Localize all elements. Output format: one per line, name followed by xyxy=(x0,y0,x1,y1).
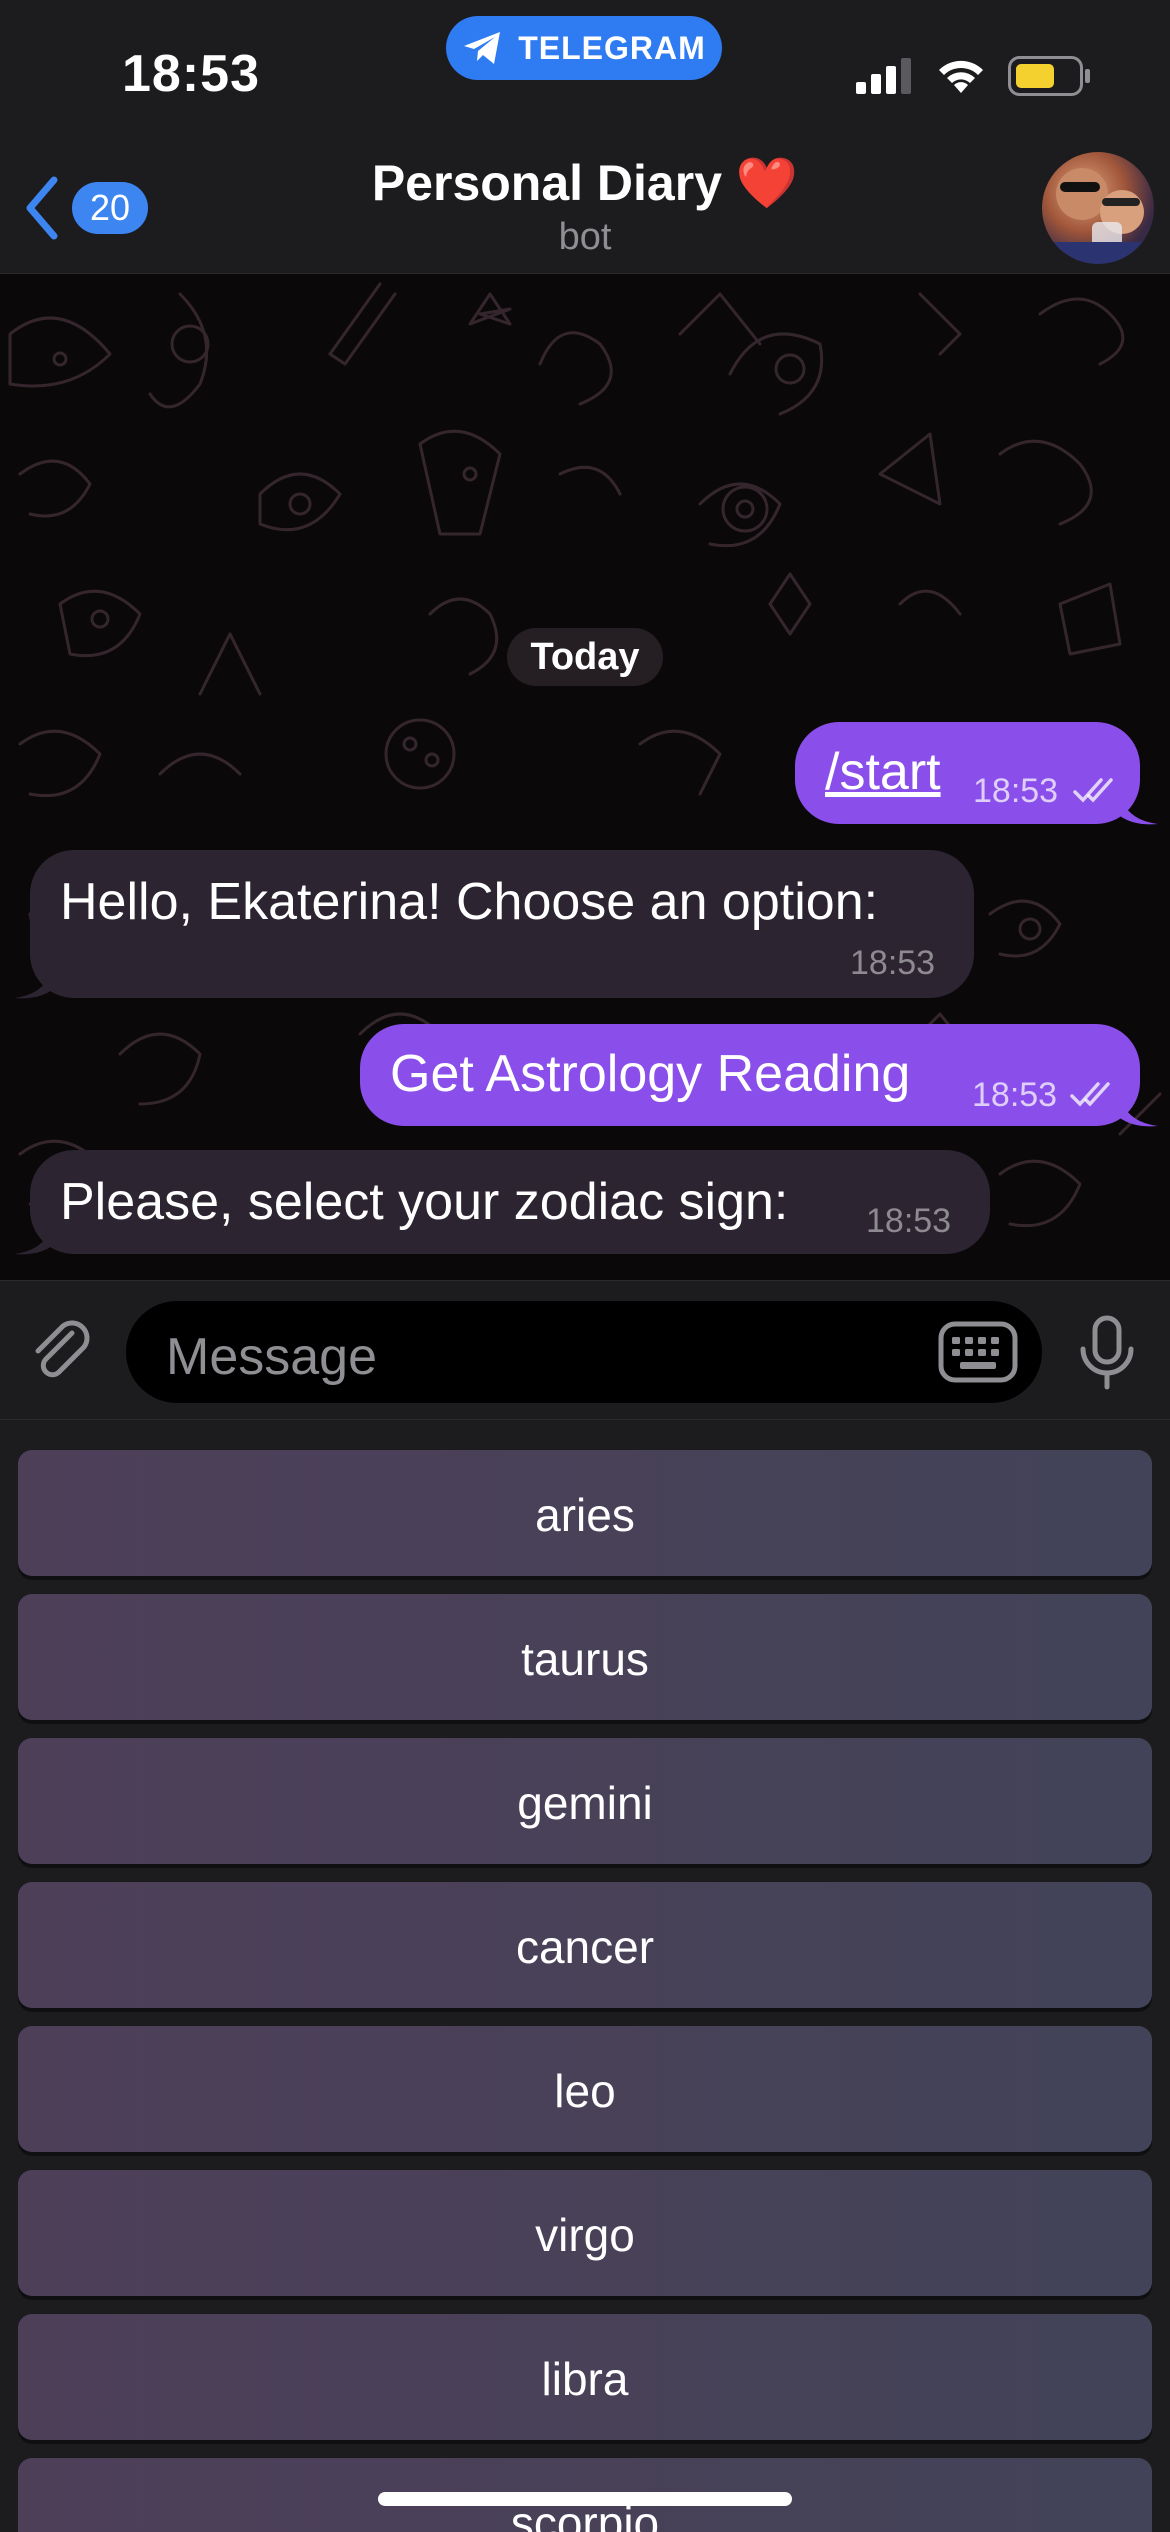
avatar-image xyxy=(1042,168,1154,264)
telegram-plane-icon xyxy=(464,32,501,64)
chat-subtitle: bot xyxy=(558,216,612,258)
return-to-app-label: TELEGRAM xyxy=(518,29,706,66)
bubble-tail xyxy=(14,968,52,999)
command-link[interactable]: /start xyxy=(825,742,941,802)
status-icons xyxy=(856,56,1092,96)
microphone-icon xyxy=(1080,1315,1134,1390)
double-check-icon xyxy=(1073,778,1113,803)
status-bar: 18:53 TELEGRAM xyxy=(0,0,1170,140)
wifi-icon xyxy=(939,60,983,93)
message-time: 18:53 xyxy=(850,944,936,982)
keyboard-button-label: cancer xyxy=(515,1921,655,1973)
keyboard-button-libra[interactable]: libra xyxy=(18,2314,1152,2440)
chat-area[interactable]: Today /start 18:53 Hello, Ekaterina! Cho… xyxy=(0,274,1170,1280)
chat-title[interactable]: Personal Diary ❤️ xyxy=(0,154,1170,213)
keyboard-button-leo[interactable]: leo xyxy=(18,2026,1152,2152)
message-time: 18:53 xyxy=(972,1076,1058,1114)
message-text: Get Astrology Reading xyxy=(390,1045,911,1103)
keyboard-button-label: taurus xyxy=(521,1633,649,1685)
keyboard-icon xyxy=(938,1321,1018,1383)
keyboard-button-label: aries xyxy=(535,1489,635,1541)
bot-reply-keyboard: aries taurus gemini cancer leo virgo lib… xyxy=(0,1420,1170,2532)
home-indicator[interactable] xyxy=(378,2492,792,2506)
keyboard-button-label: libra xyxy=(541,2353,629,2405)
keyboard-button-cancer[interactable]: cancer xyxy=(18,1882,1152,2008)
keyboard-button-label: gemini xyxy=(517,1777,653,1829)
return-to-app-pill[interactable]: TELEGRAM xyxy=(446,16,722,80)
cellular-signal-icon xyxy=(856,58,911,94)
message-bubble-outgoing[interactable]: Get Astrology Reading 18:53 xyxy=(360,1024,1140,1126)
keyboard-button-virgo[interactable]: virgo xyxy=(18,2170,1152,2296)
message-input-bar: Message xyxy=(0,1280,1170,1420)
bubble-tail xyxy=(1120,794,1158,825)
chat-header: 20 Personal Diary ❤️ bot xyxy=(0,140,1170,274)
bot-keyboard-toggle-button[interactable] xyxy=(938,1321,1018,1388)
keyboard-button-label: virgo xyxy=(535,2209,635,2261)
message-placeholder: Message xyxy=(166,1328,377,1386)
attach-button[interactable] xyxy=(26,1315,98,1392)
keyboard-button-taurus[interactable]: taurus xyxy=(18,1594,1152,1720)
battery-icon xyxy=(1008,56,1090,96)
message-bubble-outgoing[interactable]: /start 18:53 xyxy=(795,722,1140,824)
bubble-tail xyxy=(1120,1096,1158,1127)
message-text: Hello, Ekaterina! Choose an option: xyxy=(60,873,879,931)
voice-record-button[interactable] xyxy=(1078,1315,1136,1396)
message-bubble-incoming[interactable]: Hello, Ekaterina! Choose an option: 18:5… xyxy=(30,850,974,998)
date-separator: Today xyxy=(507,628,663,686)
keyboard-button-label: leo xyxy=(554,2065,616,2117)
message-time: 18:53 xyxy=(866,1202,952,1240)
message-bubble-incoming[interactable]: Please, select your zodiac sign: 18:53 xyxy=(30,1150,990,1254)
keyboard-button-gemini[interactable]: gemini xyxy=(18,1738,1152,1864)
paperclip-icon xyxy=(35,1320,90,1378)
bubble-tail xyxy=(14,1224,52,1255)
message-input[interactable]: Message xyxy=(126,1301,1042,1403)
keyboard-button-aries[interactable]: aries xyxy=(18,1450,1152,1576)
avatar[interactable] xyxy=(1042,152,1154,264)
message-time: 18:53 xyxy=(973,772,1059,810)
status-time: 18:53 xyxy=(122,45,260,103)
message-text: Please, select your zodiac sign: xyxy=(60,1173,789,1231)
double-check-icon xyxy=(1070,1082,1110,1107)
